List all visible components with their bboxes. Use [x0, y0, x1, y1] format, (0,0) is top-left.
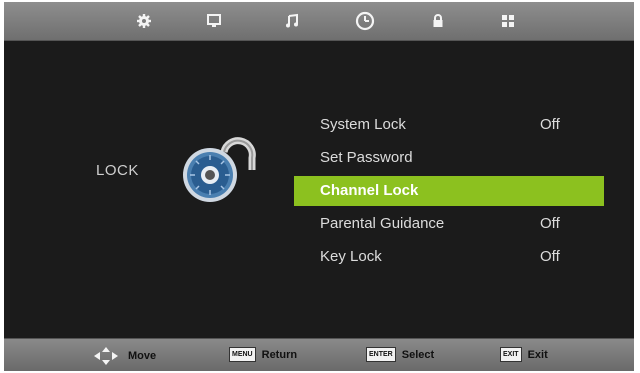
- exit-key: EXIT: [500, 347, 522, 362]
- menu-item-value: Off: [540, 215, 560, 232]
- menu-item-label: Set Password: [320, 149, 413, 166]
- menu-key: MENU: [229, 347, 256, 362]
- menu-item-value: Off: [540, 116, 560, 133]
- padlock-icon: [176, 130, 256, 210]
- hint-select-label: Select: [401, 348, 435, 361]
- hint-move-label: Move: [128, 350, 157, 362]
- menu-item-key-lock[interactable]: Key Lock Off: [294, 242, 604, 272]
- hint-return-label: Return: [261, 348, 298, 361]
- hint-exit: EXIT Exit: [500, 347, 548, 362]
- hint-select: ENTER Select: [366, 347, 434, 362]
- grid-icon[interactable]: [498, 11, 518, 31]
- hint-exit-label: Exit: [527, 348, 548, 361]
- enter-key: ENTER: [366, 347, 396, 362]
- section-title: LOCK: [96, 162, 139, 179]
- hint-move: Move: [92, 347, 156, 365]
- menu-item-channel-lock[interactable]: Channel Lock: [294, 176, 604, 206]
- top-tab-bar: [4, 2, 634, 41]
- menu-item-set-password[interactable]: Set Password: [294, 143, 604, 173]
- dpad-icon: [94, 347, 118, 365]
- lock-tab-icon[interactable]: [428, 11, 448, 31]
- menu-item-system-lock[interactable]: System Lock Off: [294, 110, 604, 140]
- bottom-hint-bar: Move MENU Return ENTER Select EXIT Exit: [4, 338, 634, 371]
- gear-icon[interactable]: [134, 11, 154, 31]
- menu-item-value: Off: [540, 248, 560, 265]
- menu-item-label: Channel Lock: [320, 182, 419, 199]
- menu-item-label: System Lock: [320, 116, 406, 133]
- monitor-icon[interactable]: [204, 11, 224, 31]
- tv-screen: LOCK System Lock Off Set Password Channe…: [4, 2, 634, 371]
- menu-item-label: Parental Guidance: [320, 215, 445, 232]
- menu-item-label: Key Lock: [320, 248, 382, 265]
- music-icon[interactable]: [282, 11, 302, 31]
- hint-return: MENU Return: [229, 347, 297, 362]
- clock-icon[interactable]: [355, 11, 375, 31]
- menu-item-parental-guidance[interactable]: Parental Guidance Off: [294, 209, 604, 239]
